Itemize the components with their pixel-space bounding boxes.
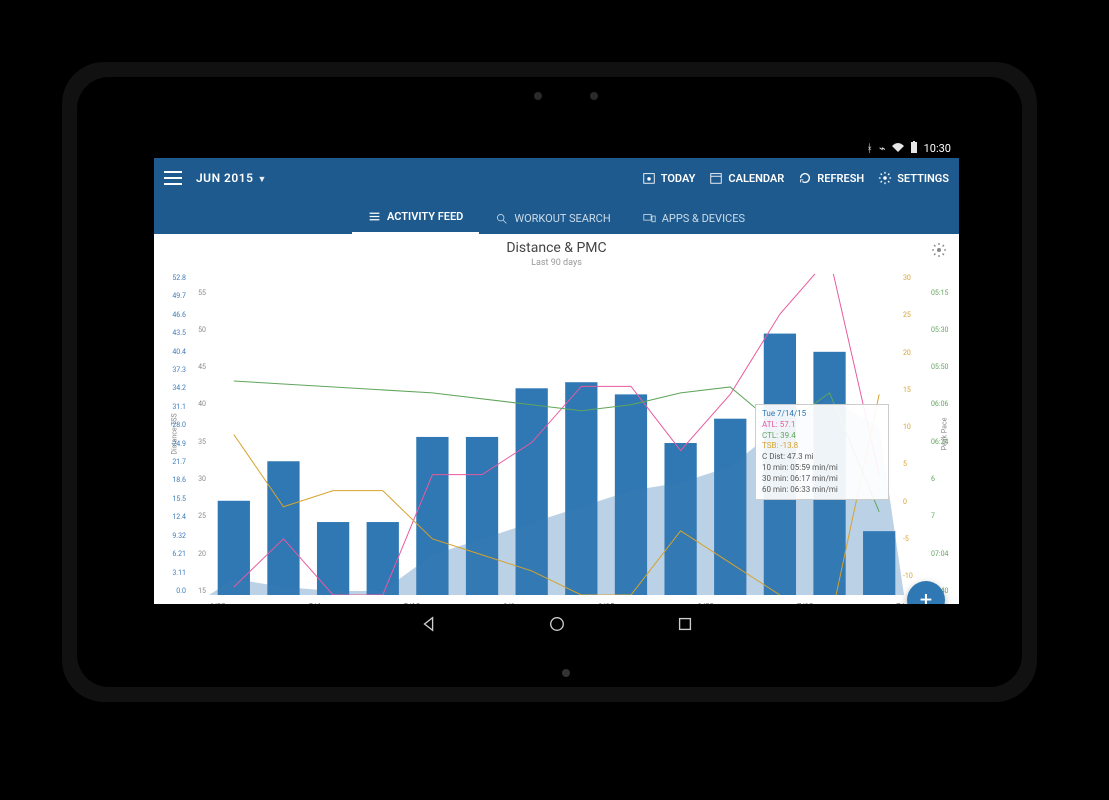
chart-settings-button[interactable] xyxy=(931,242,947,262)
back-icon[interactable] xyxy=(420,615,438,633)
settings-label: SETTINGS xyxy=(897,172,949,185)
chart-subtitle: Last 90 days xyxy=(154,258,959,268)
month-label: JUN 2015 xyxy=(196,171,253,185)
y-axis-right-outer: 05:1505:3005:5006:0606:246707:0407:40 xyxy=(931,274,951,595)
list-icon xyxy=(368,210,381,223)
y-axis-left-outer: 52.849.746.643.540.437.334.231.128.024.9… xyxy=(162,274,186,595)
tooltip-p60: 60 min: 06:33 min/mi xyxy=(762,485,882,496)
chart-title: Distance & PMC xyxy=(154,240,959,256)
y-axis-right-inner: 302520151050-5-10 xyxy=(903,274,929,595)
home-dot xyxy=(562,669,570,677)
status-time: 10:30 xyxy=(924,142,951,155)
tab-activity-feed[interactable]: ACTIVITY FEED xyxy=(352,202,479,234)
tooltip-p10: 10 min: 05:59 min/mi xyxy=(762,463,882,474)
tooltip-ctl: CTL: 39.4 xyxy=(762,431,882,442)
sensor-dot xyxy=(590,92,598,100)
android-navbar xyxy=(154,604,959,644)
calendar-button[interactable]: CALENDAR xyxy=(709,171,784,185)
tab-label: APPS & DEVICES xyxy=(662,212,745,225)
stage: ᚼ ⌁ 10:30 JUN 2015 ▼ TODAY xyxy=(0,0,1109,800)
y-axis-left-inner: 555045403530252015 xyxy=(188,274,206,595)
camera-dot xyxy=(534,92,542,100)
refresh-button[interactable]: REFRESH xyxy=(798,171,864,185)
calendar-label: CALENDAR xyxy=(728,172,784,185)
tooltip-date: Tue 7/14/15 xyxy=(762,409,882,420)
bluetooth-icon: ᚼ xyxy=(866,142,873,155)
tab-workout-search[interactable]: WORKOUT SEARCH xyxy=(479,204,626,234)
devices-icon xyxy=(643,212,656,225)
gear-icon xyxy=(878,171,892,185)
tab-label: ACTIVITY FEED xyxy=(387,210,463,223)
tab-bar: ACTIVITY FEED WORKOUT SEARCH APPS & DEVI… xyxy=(154,198,959,234)
tooltip-tsb: TSB: -13.8 xyxy=(762,441,882,452)
home-icon[interactable] xyxy=(548,615,566,633)
tab-apps-devices[interactable]: APPS & DEVICES xyxy=(627,204,761,234)
tooltip-atl: ATL: 57.1 xyxy=(762,420,882,431)
vibrate-icon: ⌁ xyxy=(879,142,886,155)
status-bar: ᚼ ⌁ 10:30 xyxy=(154,138,959,158)
battery-icon xyxy=(910,141,918,156)
chart-tooltip: Tue 7/14/15 ATL: 57.1 CTL: 39.4 TSB: -13… xyxy=(755,404,889,500)
gear-icon xyxy=(931,242,947,258)
app-header: JUN 2015▼ TODAY CALENDAR REFRESH SE xyxy=(154,158,959,198)
recent-icon[interactable] xyxy=(676,615,694,633)
refresh-label: REFRESH xyxy=(817,172,864,185)
tooltip-cdist: C Dist: 47.3 mi xyxy=(762,452,882,463)
chart-card: Distance & PMC Last 90 days Distance TSS… xyxy=(154,234,959,633)
wifi-icon xyxy=(892,142,904,155)
today-button[interactable]: TODAY xyxy=(642,171,696,185)
screen: ᚼ ⌁ 10:30 JUN 2015 ▼ TODAY xyxy=(154,138,959,633)
refresh-icon xyxy=(798,171,812,185)
tooltip-p30: 30 min: 06:17 min/mi xyxy=(762,474,882,485)
chevron-down-icon: ▼ xyxy=(257,175,266,185)
settings-button[interactable]: SETTINGS xyxy=(878,171,949,185)
tablet-frame: ᚼ ⌁ 10:30 JUN 2015 ▼ TODAY xyxy=(62,62,1037,702)
hamburger-icon[interactable] xyxy=(164,171,182,185)
search-icon xyxy=(495,212,508,225)
month-picker[interactable]: JUN 2015 ▼ xyxy=(196,171,267,185)
calendar-icon xyxy=(709,171,723,185)
today-icon xyxy=(642,171,656,185)
tab-label: WORKOUT SEARCH xyxy=(514,212,610,225)
today-label: TODAY xyxy=(661,172,696,185)
